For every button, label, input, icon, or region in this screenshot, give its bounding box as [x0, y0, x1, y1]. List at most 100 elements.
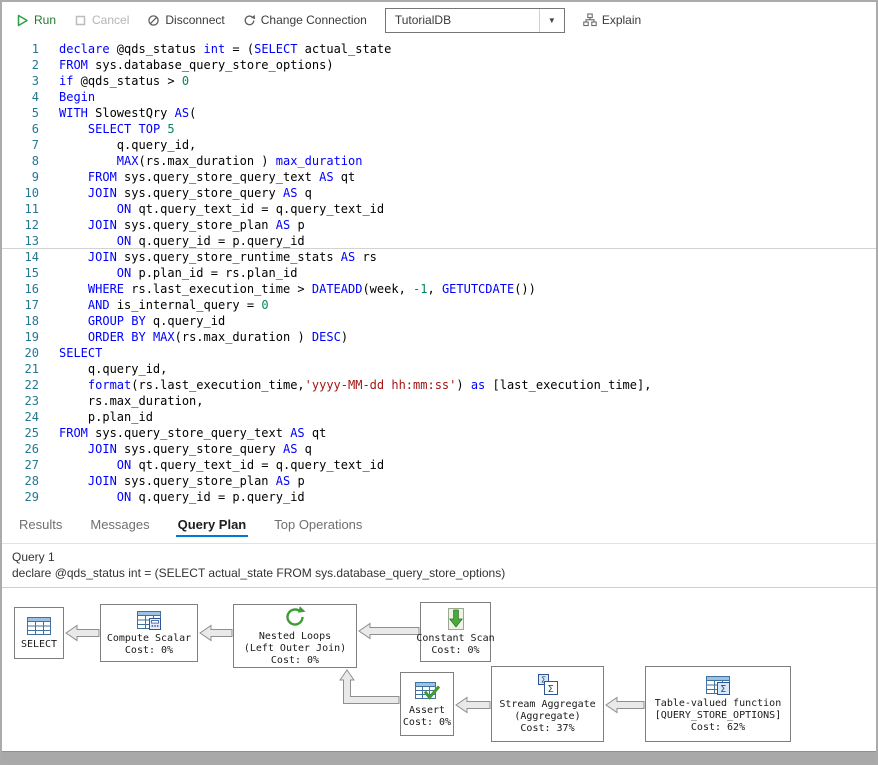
bottom-scrollbar[interactable]: [2, 751, 876, 763]
code-token: [146, 330, 153, 344]
code-token: ON: [117, 490, 131, 504]
code-line[interactable]: 28 JOIN sys.query_store_plan AS p: [2, 473, 876, 489]
code-line[interactable]: 2FROM sys.database_query_store_options): [2, 57, 876, 73]
code-line[interactable]: 18 GROUP BY q.query_id: [2, 313, 876, 329]
code-line[interactable]: 22 format(rs.last_execution_time,'yyyy-M…: [2, 377, 876, 393]
plan-node-table-valued-function[interactable]: ΣTable-valued function[QUERY_STORE_OPTIO…: [645, 666, 791, 742]
change-connection-button[interactable]: Change Connection: [243, 13, 367, 27]
code-token: qt.query_text_id = q.query_text_id: [131, 202, 384, 216]
code-line[interactable]: 3if @qds_status > 0: [2, 73, 876, 89]
code-token: if: [59, 74, 73, 88]
code-line[interactable]: 17 AND is_internal_query = 0: [2, 297, 876, 313]
code-line[interactable]: 24 p.plan_id: [2, 409, 876, 425]
constant-scan-icon: [443, 607, 469, 631]
code-token: qt: [305, 426, 327, 440]
code-line[interactable]: 25FROM sys.query_store_query_text AS qt: [2, 425, 876, 441]
code-line[interactable]: 11 ON qt.query_text_id = q.query_text_id: [2, 201, 876, 217]
code-line[interactable]: 1declare @qds_status int = (SELECT actua…: [2, 41, 876, 57]
code-line[interactable]: 21 q.query_id,: [2, 361, 876, 377]
code-token: sys.query_store_plan: [117, 218, 276, 232]
run-button[interactable]: Run: [16, 13, 56, 27]
change-connection-label: Change Connection: [261, 13, 367, 27]
line-number: 16: [2, 281, 39, 297]
code-token: FROM: [59, 426, 88, 440]
plan-node-select[interactable]: SELECT: [14, 607, 64, 659]
disconnect-icon: [147, 14, 160, 27]
disconnect-button[interactable]: Disconnect: [147, 13, 224, 27]
code-line[interactable]: 13 ON q.query_id = p.query_id: [2, 233, 876, 249]
plan-node-constant-scan[interactable]: Constant ScanCost: 0%: [420, 602, 491, 662]
tab-query-plan[interactable]: Query Plan: [176, 509, 249, 540]
plan-node-stream-aggregate[interactable]: ΣΣStream Aggregate(Aggregate)Cost: 37%: [491, 666, 604, 742]
code-token: p: [290, 218, 304, 232]
tab-messages[interactable]: Messages: [88, 509, 151, 540]
plan-node-label: (Left Outer Join): [244, 643, 346, 655]
results-tabbar: Results Messages Query Plan Top Operations: [2, 506, 876, 544]
code-token: [59, 234, 117, 248]
code-line[interactable]: 12 JOIN sys.query_store_plan AS p: [2, 217, 876, 233]
change-connection-icon: [243, 14, 256, 27]
code-line[interactable]: 27 ON qt.query_text_id = q.query_text_id: [2, 457, 876, 473]
line-number: 1: [2, 41, 39, 57]
plan-node-compute-scalar[interactable]: Compute ScalarCost: 0%: [100, 604, 198, 662]
plan-node-label: Cost: 0%: [125, 645, 173, 657]
code-line[interactable]: 10 JOIN sys.query_store_query AS q: [2, 185, 876, 201]
code-token: (week,: [362, 282, 413, 296]
run-icon: [16, 14, 29, 27]
plan-node-nested-loops[interactable]: Nested Loops(Left Outer Join)Cost: 0%: [233, 604, 357, 668]
code-token: [59, 154, 117, 168]
plan-node-assert[interactable]: AssertCost: 0%: [400, 672, 454, 736]
code-token: as: [471, 378, 485, 392]
code-line[interactable]: 14 JOIN sys.query_store_runtime_stats AS…: [2, 249, 876, 265]
code-token: JOIN: [88, 442, 117, 456]
code-token: p: [290, 474, 304, 488]
line-number: 12: [2, 217, 39, 233]
code-line[interactable]: 19 ORDER BY MAX(rs.max_duration ) DESC): [2, 329, 876, 345]
code-editor[interactable]: 1declare @qds_status int = (SELECT actua…: [2, 38, 876, 506]
plan-node-label: Stream Aggregate: [499, 699, 595, 711]
tab-top-operations[interactable]: Top Operations: [272, 509, 364, 540]
line-number: 29: [2, 489, 39, 505]
plan-node-label: Cost: 0%: [403, 717, 451, 729]
database-dropdown[interactable]: TutorialDB ▼: [385, 8, 565, 33]
code-token: sys.database_query_store_options): [88, 58, 334, 72]
plan-edge-arrow: [359, 624, 419, 639]
plan-canvas[interactable]: SELECT Compute ScalarCost: 0% Nested Loops…: [2, 588, 876, 751]
code-line[interactable]: 29 ON q.query_id = p.query_id: [2, 489, 876, 505]
explain-icon: [583, 13, 597, 27]
nested-loops-icon: [282, 605, 308, 629]
code-token: SELECT: [88, 122, 131, 136]
code-token: WHERE: [88, 282, 124, 296]
result-table-icon: [26, 615, 52, 637]
code-line[interactable]: 26 JOIN sys.query_store_query AS q: [2, 441, 876, 457]
code-token: ): [456, 378, 470, 392]
code-token: JOIN: [88, 250, 117, 264]
code-token: sys.query_store_query_text: [88, 426, 290, 440]
line-number: 8: [2, 153, 39, 169]
code-token: [59, 202, 117, 216]
compute-scalar-icon: [136, 609, 162, 631]
code-line[interactable]: 8 MAX(rs.max_duration ) max_duration: [2, 153, 876, 169]
line-number: 9: [2, 169, 39, 185]
code-line[interactable]: 6 SELECT TOP 5: [2, 121, 876, 137]
code-token: [59, 378, 88, 392]
code-line[interactable]: 4Begin: [2, 89, 876, 105]
code-line[interactable]: 16 WHERE rs.last_execution_time > DATEAD…: [2, 281, 876, 297]
code-line[interactable]: 9 FROM sys.query_store_query_text AS qt: [2, 169, 876, 185]
tab-results[interactable]: Results: [17, 509, 64, 540]
line-number: 26: [2, 441, 39, 457]
code-token: ON: [117, 234, 131, 248]
code-token: [59, 186, 88, 200]
code-token: format: [88, 378, 131, 392]
plan-node-label: (Aggregate): [514, 711, 580, 723]
code-token: FROM: [88, 170, 117, 184]
code-line[interactable]: 23 rs.max_duration,: [2, 393, 876, 409]
code-line[interactable]: 5WITH SlowestQry AS(: [2, 105, 876, 121]
code-line[interactable]: 20SELECT: [2, 345, 876, 361]
code-line[interactable]: 7 q.query_id,: [2, 137, 876, 153]
code-line[interactable]: 15 ON p.plan_id = rs.plan_id: [2, 265, 876, 281]
explain-button[interactable]: Explain: [583, 13, 641, 27]
code-token: declare: [59, 42, 110, 56]
plan-node-label: [QUERY_STORE_OPTIONS]: [655, 710, 781, 722]
cancel-button: Cancel: [74, 13, 129, 27]
